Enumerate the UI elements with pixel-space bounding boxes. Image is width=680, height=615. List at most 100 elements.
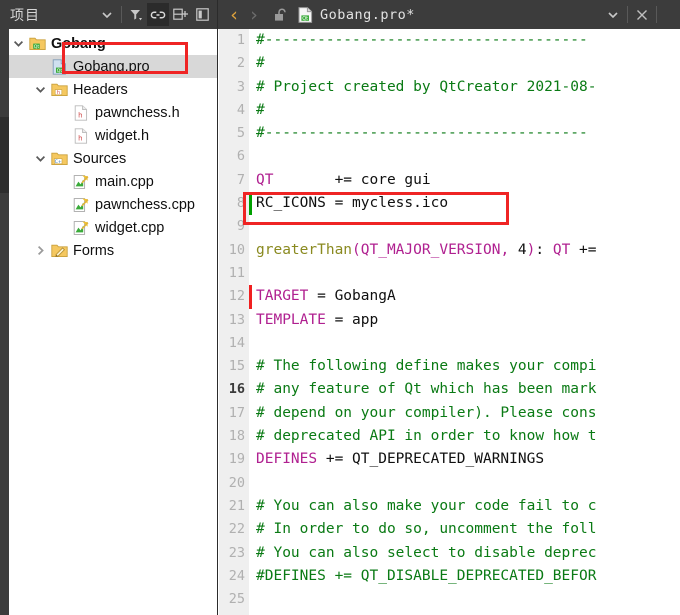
- tree-item-label: widget.cpp: [95, 219, 165, 236]
- line-number: 13: [228, 311, 245, 328]
- line-number: 21: [228, 497, 245, 514]
- code-token: # Project created by QtCreator 2021-08-: [256, 78, 597, 95]
- line-number: 22: [228, 521, 245, 538]
- code-text: # You can also make your code fail to c: [249, 495, 596, 518]
- code-line[interactable]: 12 TARGET = GobangA: [219, 285, 680, 309]
- cpp-file-icon: [71, 216, 91, 239]
- editor-list-chevron-down-icon[interactable]: [602, 3, 624, 26]
- code-line[interactable]: 5 #-------------------------------------: [219, 122, 680, 145]
- qt-project-folder-icon: Qt: [27, 32, 47, 55]
- code-token: TEMPLATE: [256, 311, 326, 328]
- header-file-icon: h: [71, 101, 91, 124]
- code-line[interactable]: 14: [219, 332, 680, 355]
- top-bar: 项目 ‹ › Qt Gobang.pro*: [0, 0, 680, 29]
- code-line[interactable]: 9: [219, 215, 680, 238]
- code-text: # deprecated API in order to know how t: [249, 425, 596, 448]
- line-number: 23: [228, 544, 245, 561]
- code-text: TEMPLATE = app: [249, 309, 378, 332]
- project-tree-panel: Qt Gobang Qt Gobang.pro h Headers h pawnchess.h…: [0, 29, 218, 615]
- close-icon[interactable]: [631, 3, 653, 26]
- code-line[interactable]: 7 QT += core gui: [219, 169, 680, 192]
- code-content[interactable]: 1 #------------------------------------- 2…: [219, 29, 680, 611]
- code-line[interactable]: 21 # You can also make your code fail to …: [219, 495, 680, 518]
- tree-item-sources[interactable]: C+ Sources: [9, 147, 217, 170]
- code-line[interactable]: 15 # The following define makes your comp…: [219, 355, 680, 378]
- navigate-back-icon[interactable]: ‹: [224, 4, 244, 26]
- project-panel-title: 项目: [10, 7, 40, 24]
- tree-item-label: pawnchess.h: [95, 104, 180, 121]
- code-text: #: [249, 52, 265, 75]
- code-text: #: [249, 99, 265, 122]
- tree-item-pawnchess-h[interactable]: h pawnchess.h: [9, 101, 217, 124]
- change-marker: [249, 192, 252, 216]
- tree-item-label: Sources: [73, 150, 127, 167]
- code-line[interactable]: 4 #: [219, 99, 680, 122]
- link-icon[interactable]: [147, 3, 169, 26]
- tree-item-forms[interactable]: Forms: [9, 239, 217, 262]
- tree-item-gobang-pro[interactable]: Qt Gobang.pro: [9, 55, 217, 78]
- code-line[interactable]: 25: [219, 588, 680, 611]
- tree-item-main-cpp[interactable]: main.cpp: [9, 170, 217, 193]
- code-line[interactable]: 23 # You can also select to disable depre…: [219, 542, 680, 565]
- tree-item-gobang[interactable]: Qt Gobang: [9, 32, 217, 55]
- code-line[interactable]: 17 # depend on your compiler). Please con…: [219, 402, 680, 425]
- tree-item-pawnchess-cpp[interactable]: pawnchess.cpp: [9, 193, 217, 216]
- project-panel-header: 项目: [0, 0, 218, 29]
- code-token: # The following define makes your compi: [256, 358, 597, 375]
- mode-selector-handle[interactable]: [0, 117, 9, 193]
- code-line[interactable]: 2 #: [219, 52, 680, 75]
- code-line[interactable]: 13 TEMPLATE = app: [219, 309, 680, 332]
- line-number: 8: [236, 195, 245, 212]
- code-line[interactable]: 24 #DEFINES += QT_DISABLE_DEPRECATED_BEFO…: [219, 565, 680, 588]
- active-document-name[interactable]: Gobang.pro*: [320, 7, 415, 23]
- mode-selector-strip: [0, 29, 9, 615]
- code-editor[interactable]: 1 #------------------------------------- 2…: [219, 29, 680, 615]
- tree-item-label: pawnchess.cpp: [95, 196, 195, 213]
- svg-text:h: h: [78, 134, 82, 142]
- code-line[interactable]: 8 RC_ICONS = mycless.ico: [219, 192, 680, 216]
- chevron-down-icon[interactable]: [9, 32, 27, 55]
- tree-item-label: widget.h: [95, 127, 150, 144]
- svg-text:h: h: [78, 111, 82, 119]
- code-line[interactable]: 18 # deprecated API in order to know how …: [219, 425, 680, 448]
- line-number: 15: [228, 358, 245, 375]
- code-token: = app: [325, 311, 379, 328]
- chevron-down-icon[interactable]: [31, 78, 49, 101]
- project-tree: Qt Gobang Qt Gobang.pro h Headers h pawnchess.h…: [9, 29, 217, 262]
- code-line[interactable]: 1 #-------------------------------------: [219, 29, 680, 52]
- filter-icon[interactable]: [125, 3, 147, 26]
- code-line[interactable]: 19 DEFINES += QT_DEPRECATED_WARNINGS: [219, 448, 680, 471]
- code-line[interactable]: 10 greaterThan(QT_MAJOR_VERSION, 4): QT +…: [219, 239, 680, 262]
- code-line[interactable]: 22 # In order to do so, uncomment the fol…: [219, 518, 680, 541]
- chevron-right-icon[interactable]: [31, 239, 49, 262]
- code-token: (: [352, 241, 361, 258]
- split-add-icon[interactable]: [169, 3, 191, 26]
- code-line[interactable]: 16 # any feature of Qt which has been mar…: [219, 378, 680, 401]
- line-number: 7: [236, 171, 245, 188]
- panel-toggle-icon[interactable]: [191, 3, 213, 26]
- code-token: QT: [256, 171, 274, 188]
- headers-folder-icon: h: [49, 78, 69, 101]
- chevron-down-icon[interactable]: [96, 3, 118, 26]
- code-token: # You can also select to disable deprec: [256, 544, 597, 561]
- tree-item-widget-cpp[interactable]: widget.cpp: [9, 216, 217, 239]
- line-number: 12: [228, 288, 245, 305]
- code-text: DEFINES += QT_DEPRECATED_WARNINGS: [249, 448, 544, 471]
- code-token: DEFINES: [256, 451, 318, 468]
- unlocked-padlock-icon[interactable]: [269, 3, 291, 26]
- line-number: 6: [236, 148, 245, 165]
- tree-item-widget-h[interactable]: h widget.h: [9, 124, 217, 147]
- line-number: 3: [236, 78, 245, 95]
- code-line[interactable]: 3 # Project created by QtCreator 2021-08-: [219, 76, 680, 99]
- code-text: QT += core gui: [249, 169, 431, 192]
- tree-item-headers[interactable]: h Headers: [9, 78, 217, 101]
- svg-text:h: h: [56, 90, 59, 96]
- code-token: = GobangA: [308, 288, 396, 305]
- code-line[interactable]: 6: [219, 145, 680, 168]
- code-line[interactable]: 20: [219, 472, 680, 495]
- chevron-down-icon[interactable]: [31, 147, 49, 170]
- code-line[interactable]: 11: [219, 262, 680, 285]
- code-text: #DEFINES += QT_DISABLE_DEPRECATED_BEFOR: [249, 565, 596, 588]
- navigate-forward-icon[interactable]: ›: [244, 4, 264, 26]
